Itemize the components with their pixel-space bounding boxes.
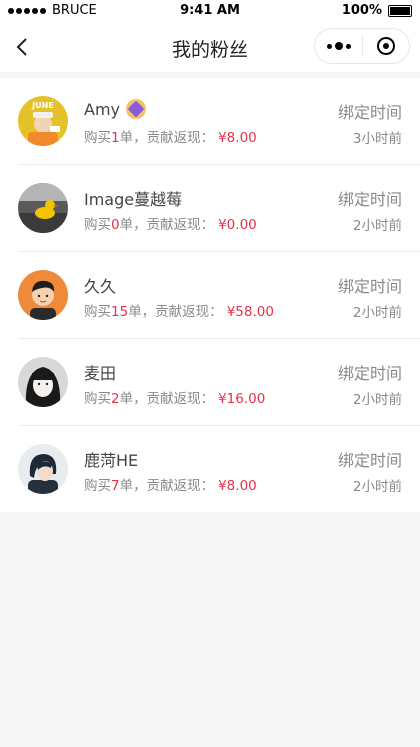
- navigation-bar: 我的粉丝: [0, 22, 420, 72]
- fan-name: Image蔓越莓: [84, 186, 182, 210]
- cashback-amount: ¥16.00: [218, 391, 266, 407]
- fan-name-text: Image蔓越莓: [84, 190, 183, 209]
- more-dot: [334, 42, 343, 50]
- fans-list: JUNE Amy 购买1单，贡献返现： ¥8.00 绑定时间 3小时前 Imag…: [0, 78, 420, 512]
- purchase-count: 0: [111, 217, 120, 233]
- battery-percent: 100%: [341, 3, 382, 18]
- cashback-amount: ¥8.00: [218, 130, 257, 146]
- fan-name-text: 麦田: [84, 364, 117, 383]
- fan-name-text: 久久: [84, 277, 117, 296]
- purchase-suffix: 单，贡献返现：: [128, 304, 223, 320]
- fan-row[interactable]: 久久 购买15单，贡献返现： ¥58.00 绑定时间 2小时前: [18, 252, 420, 339]
- purchase-count: 7: [111, 478, 120, 494]
- purchase-suffix: 单，贡献返现：: [119, 391, 215, 407]
- purchase-prefix: 购买: [84, 391, 111, 407]
- more-dot: [345, 43, 351, 49]
- purchase-suffix: 单，贡献返现：: [119, 130, 215, 146]
- fan-row[interactable]: JUNE Amy 购买1单，贡献返现： ¥8.00 绑定时间 3小时前: [18, 78, 420, 165]
- purchase-summary: 购买15单，贡献返现： ¥58.00: [84, 300, 274, 320]
- purchase-summary: 购买0单，贡献返现： ¥0.00: [84, 213, 257, 233]
- bind-time-label: 绑定时间: [337, 277, 402, 296]
- fan-name: 鹿菏HE: [84, 447, 138, 471]
- purchase-count: 15: [111, 304, 129, 320]
- purchase-summary: 购买2单，贡献返现： ¥16.00: [84, 387, 265, 407]
- avatar: [18, 270, 68, 320]
- purchase-prefix: 购买: [84, 478, 111, 494]
- fan-row[interactable]: 鹿菏HE 购买7单，贡献返现： ¥8.00 绑定时间 2小时前: [18, 426, 420, 512]
- purchase-suffix: 单，贡献返现：: [119, 478, 215, 494]
- bind-time-value: 2小时前: [352, 392, 402, 408]
- fan-name-text: 鹿菏HE: [84, 451, 139, 470]
- target-close-icon: [377, 37, 395, 55]
- bind-time-value: 2小时前: [352, 218, 402, 234]
- avatar-image: [18, 183, 68, 233]
- avatar-image: [18, 444, 68, 494]
- fan-name-text: Amy: [84, 99, 120, 119]
- purchase-summary: 购买1单，贡献返现： ¥8.00: [84, 126, 257, 146]
- avatar-image: [18, 357, 68, 407]
- avatar: JUNE: [18, 96, 68, 146]
- bind-time-label: 绑定时间: [337, 190, 402, 209]
- cashback-amount: ¥0.00: [218, 217, 257, 233]
- purchase-prefix: 购买: [84, 217, 111, 233]
- purchase-suffix: 单，贡献返现：: [119, 217, 215, 233]
- fan-name: 久久: [84, 273, 116, 297]
- bind-time-value: 3小时前: [352, 131, 402, 147]
- purchase-prefix: 购买: [84, 130, 111, 146]
- fan-name: 麦田: [84, 360, 116, 384]
- more-button[interactable]: [315, 29, 362, 63]
- fan-row[interactable]: 麦田 购买2单，贡献返现： ¥16.00 绑定时间 2小时前: [18, 339, 420, 426]
- avatar-image: JUNE: [18, 96, 68, 146]
- avatar: [18, 444, 68, 494]
- bind-time-label: 绑定时间: [337, 364, 402, 383]
- bind-time-label: 绑定时间: [337, 451, 402, 470]
- miniprogram-capsule: [314, 28, 410, 64]
- member-badge-icon: [126, 99, 146, 119]
- purchase-count: 2: [111, 391, 120, 407]
- battery-info: 100%: [342, 3, 412, 18]
- avatar: [18, 183, 68, 233]
- fan-name: Amy: [84, 99, 146, 119]
- purchase-prefix: 购买: [84, 304, 111, 320]
- close-button[interactable]: [363, 29, 409, 63]
- more-dots-icon: [326, 43, 332, 49]
- battery-icon: [388, 4, 412, 17]
- bind-time-label: 绑定时间: [337, 103, 402, 122]
- cashback-amount: ¥8.00: [218, 478, 257, 494]
- avatar-logo-text: JUNE: [31, 101, 54, 110]
- avatar-image: [18, 270, 68, 320]
- status-bar: BRUCE 9:41 AM 100%: [0, 0, 420, 22]
- purchase-count: 1: [111, 130, 120, 146]
- avatar: [18, 357, 68, 407]
- bind-time-value: 2小时前: [352, 305, 402, 321]
- bind-time-value: 2小时前: [352, 479, 402, 495]
- purchase-summary: 购买7单，贡献返现： ¥8.00: [84, 474, 257, 494]
- fan-row[interactable]: Image蔓越莓 购买0单，贡献返现： ¥0.00 绑定时间 2小时前: [18, 165, 420, 252]
- cashback-amount: ¥58.00: [226, 304, 274, 320]
